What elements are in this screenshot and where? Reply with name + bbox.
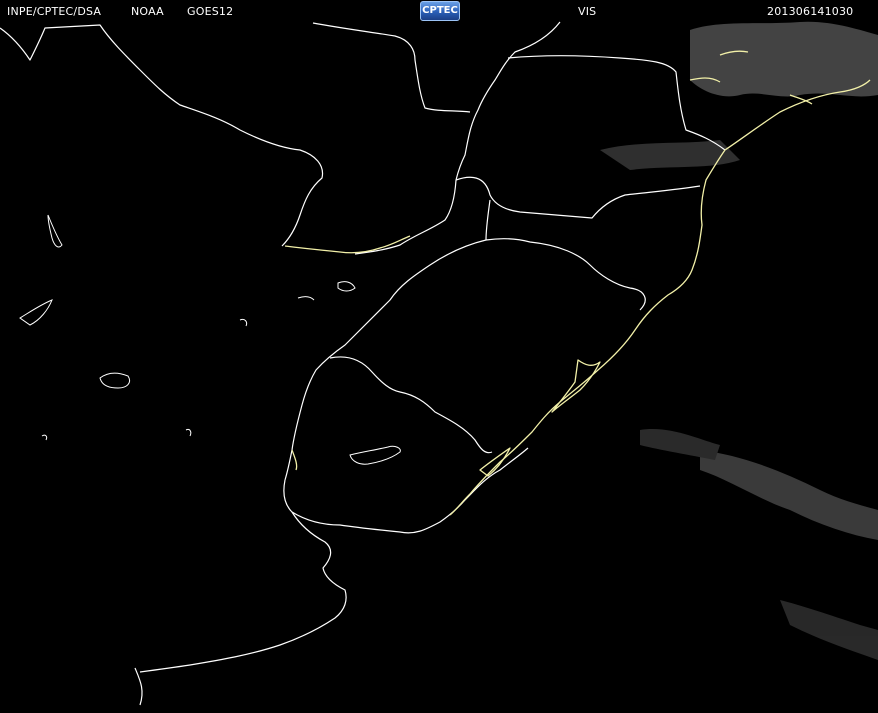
island — [185, 429, 192, 437]
island — [239, 319, 248, 327]
coast-line — [551, 359, 601, 413]
satellite-image — [0, 0, 878, 709]
map-svg — [0, 21, 878, 706]
island — [337, 281, 356, 292]
border-line — [329, 356, 493, 454]
cloud-patch — [640, 428, 720, 460]
cloud-patch — [780, 600, 878, 660]
island — [41, 434, 48, 441]
island — [297, 296, 315, 301]
border-line — [139, 511, 347, 673]
border-line — [284, 239, 487, 481]
border-line — [134, 667, 143, 706]
coast-line — [291, 449, 298, 471]
coast-line — [479, 447, 511, 477]
island — [99, 372, 131, 389]
cloud-patch — [700, 450, 878, 540]
border-line — [485, 199, 646, 311]
island — [349, 445, 401, 465]
satellite-label: GOES12 — [187, 5, 234, 18]
timestamp-label: 201306141030 — [767, 5, 854, 18]
coast-line — [449, 149, 726, 516]
border-line — [312, 22, 471, 113]
island — [19, 299, 53, 326]
cloud-layer — [600, 21, 878, 660]
cptec-logo: CPTEC — [420, 1, 460, 21]
borders — [0, 21, 726, 706]
coast-line — [284, 235, 411, 254]
island — [47, 214, 63, 248]
source-label: INPE/CPTEC/DSA — [7, 5, 102, 18]
cloud-patch — [690, 21, 878, 97]
border-line — [455, 21, 561, 181]
border-line — [455, 176, 701, 219]
channel-label: VIS — [578, 5, 597, 18]
border-line — [354, 179, 457, 255]
coastline — [284, 50, 871, 516]
agency-label: NOAA — [131, 5, 164, 18]
cloud-patch — [600, 140, 740, 170]
border-line — [0, 24, 324, 247]
